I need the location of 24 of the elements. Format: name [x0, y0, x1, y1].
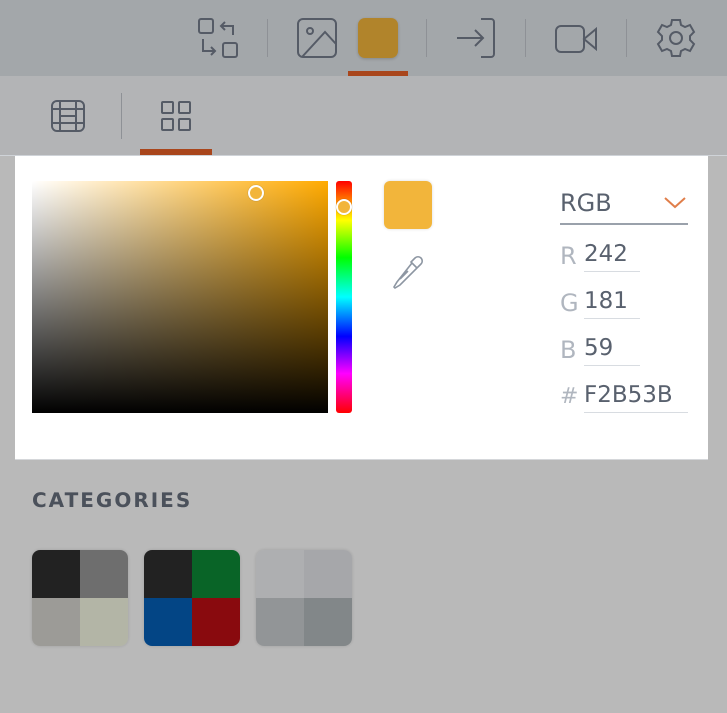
channel-input[interactable]: 181 [584, 286, 640, 319]
channel-input[interactable]: 59 [584, 333, 640, 366]
color-swatch-icon [358, 18, 398, 58]
grid-icon [160, 100, 192, 132]
swap-icon [197, 17, 239, 59]
table-icon [50, 98, 86, 132]
channel-label: R [560, 242, 578, 270]
channel-label: G [560, 288, 580, 316]
image-icon [296, 17, 338, 59]
saturation-field[interactable] [32, 181, 328, 413]
picker-handle[interactable] [248, 184, 264, 201]
hue-handle[interactable] [336, 198, 352, 215]
section-title: CATEGORIES [32, 488, 194, 512]
hue-slider[interactable] [336, 181, 352, 413]
sign-in-icon [455, 17, 497, 59]
eyedropper-icon[interactable] [391, 255, 425, 291]
settings-icon [655, 17, 697, 59]
chevron-down-icon [664, 197, 686, 209]
hex-input[interactable]: F2B53B [584, 380, 688, 413]
hex-label: # [560, 384, 580, 409]
channel-label: B [560, 336, 578, 364]
color-mode-dropdown[interactable]: RGB [560, 181, 688, 225]
palette-category[interactable] [32, 550, 128, 646]
channel-input[interactable]: 242 [584, 239, 640, 272]
